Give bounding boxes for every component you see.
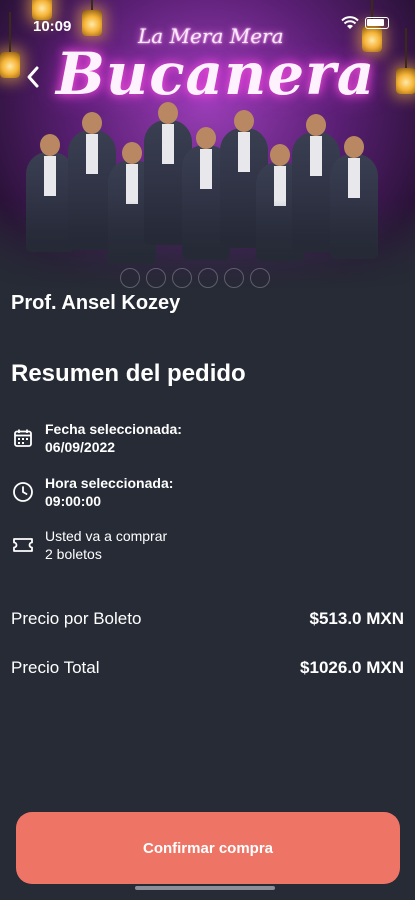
back-button[interactable] — [18, 62, 48, 92]
chevron-left-icon — [27, 66, 39, 88]
time-label: Hora seleccionada: — [45, 475, 174, 491]
status-time: 10:09 — [33, 18, 72, 35]
ticket-icon — [11, 533, 35, 557]
order-summary-title: Resumen del pedido — [11, 360, 246, 387]
total-price-row: Precio Total $1026.0 MXN — [11, 658, 404, 678]
price-per-ticket-row: Precio por Boleto $513.0 MXN — [11, 609, 404, 629]
social-icons-row — [120, 268, 270, 288]
instagram-icon — [172, 268, 192, 288]
whatsapp-icon — [146, 268, 166, 288]
price-per-ticket-label: Precio por Boleto — [11, 609, 142, 628]
tickets-row: Usted va a comprar 2 boletos — [11, 527, 167, 563]
hero-banner: La Mera Mera Bucanera — [0, 0, 415, 290]
confirm-purchase-button[interactable]: Confirmar compra — [16, 812, 400, 884]
lantern-decoration — [0, 12, 20, 78]
home-indicator — [135, 886, 275, 890]
total-price-label: Precio Total — [11, 658, 100, 677]
tickets-line-1: Usted va a comprar — [45, 528, 168, 544]
time-value: 09:00:00 — [45, 493, 102, 509]
selected-time-row: Hora seleccionada: 09:00:00 — [11, 474, 173, 510]
status-bar: 10:09 — [0, 0, 415, 35]
price-per-ticket-value: $513.0 MXN — [309, 609, 405, 628]
wifi-icon — [341, 16, 359, 29]
selected-date-row: Fecha seleccionada: 06/09/2022 — [11, 420, 182, 456]
clock-icon — [11, 480, 35, 504]
status-icons — [341, 16, 389, 30]
spotify-icon — [224, 268, 244, 288]
total-price-value: $1026.0 MXN — [300, 658, 404, 677]
date-value: 06/09/2022 — [45, 439, 116, 455]
band-photo — [20, 90, 400, 265]
facebook-icon — [120, 268, 140, 288]
calendar-icon — [11, 426, 35, 450]
youtube-icon — [198, 268, 218, 288]
battery-icon — [365, 17, 389, 29]
tiktok-icon — [250, 268, 270, 288]
artist-name: Prof. Ansel Kozey — [11, 292, 181, 314]
date-label: Fecha seleccionada: — [45, 421, 182, 437]
tickets-count: 2 boletos — [45, 546, 102, 562]
